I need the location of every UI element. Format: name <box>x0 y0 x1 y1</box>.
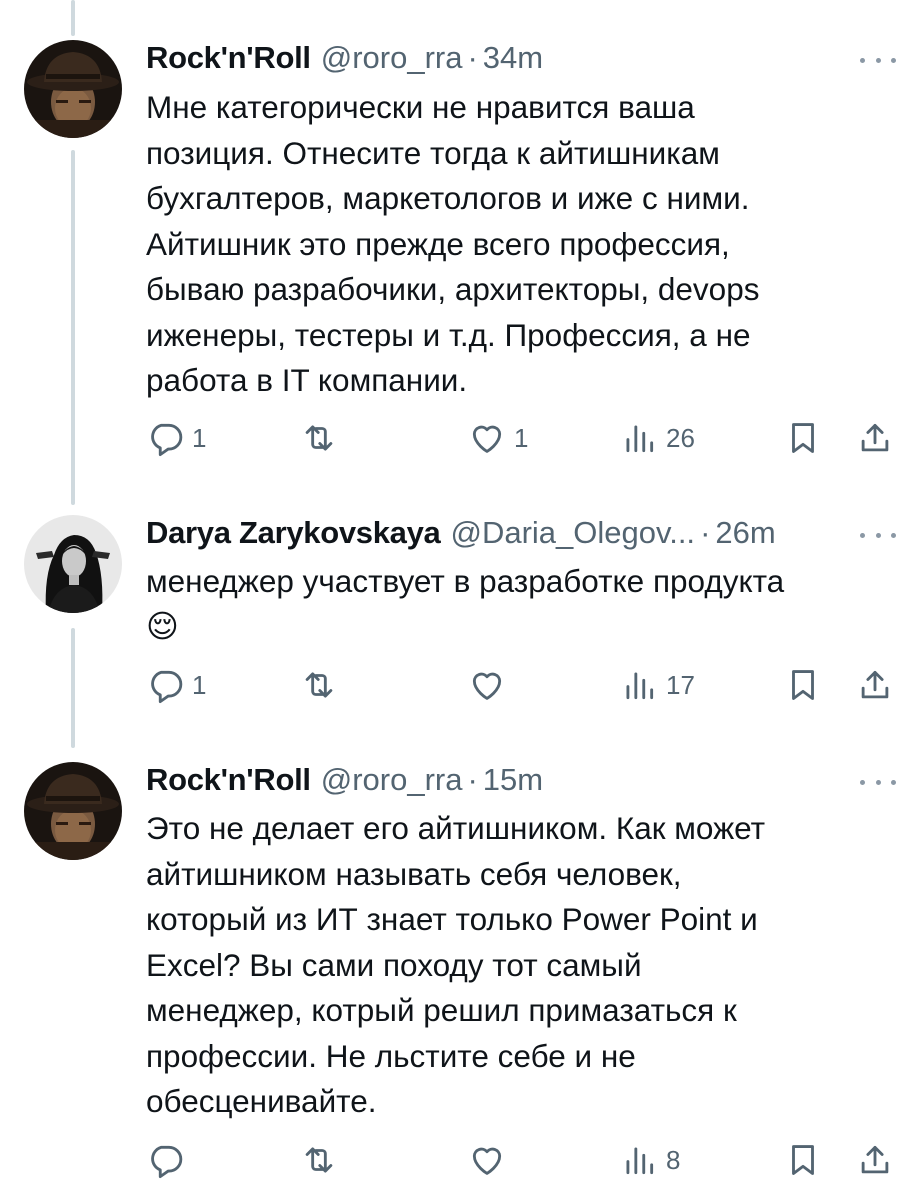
share-button[interactable] <box>856 416 894 460</box>
action-bar: 1 17 <box>146 663 906 707</box>
views-count: 8 <box>666 1144 681 1175</box>
avatar[interactable] <box>24 762 122 860</box>
bookmark-button[interactable] <box>784 1138 822 1182</box>
bookmark-button[interactable] <box>784 416 822 460</box>
like-button[interactable] <box>468 1138 514 1182</box>
bookmark-icon <box>792 670 814 700</box>
like-button[interactable] <box>468 663 514 707</box>
avatar[interactable] <box>24 515 122 613</box>
tweet-header: Darya Zarykovskaya @Daria_Olegov... · 26… <box>146 515 776 555</box>
text-line: позиция. Отнесите тогда к айтишникам <box>146 134 720 171</box>
reply-button[interactable]: 1 <box>146 416 206 460</box>
fedora-man-avatar <box>24 40 122 138</box>
reply-count: 1 <box>192 669 207 700</box>
text-line: обесценивайте. <box>146 1083 377 1119</box>
timestamp[interactable]: 15m <box>483 762 543 798</box>
views-icon <box>626 1147 654 1175</box>
author-handle[interactable]: @roro_rra <box>321 40 463 76</box>
views-count: 17 <box>666 669 695 700</box>
tweet-3[interactable]: Rock'n'Roll @roro_rra · 15m Это не делае… <box>0 762 922 1192</box>
reply-icon <box>151 1145 183 1179</box>
avatar[interactable] <box>24 40 122 138</box>
tweet-1[interactable]: Rock'n'Roll @roro_rra · 34m Мне категори… <box>0 40 922 480</box>
reply-icon <box>151 670 183 704</box>
tweet-header: Rock'n'Roll @roro_rra · 34m <box>146 40 543 80</box>
author-name[interactable]: Darya Zarykovskaya <box>146 515 441 551</box>
reply-count: 1 <box>192 422 207 453</box>
text-line: бываю разрабочики, архитекторы, devops <box>146 271 760 307</box>
tweet-header: Rock'n'Roll @roro_rra · 15m <box>146 762 543 802</box>
like-button[interactable]: 1 <box>468 416 528 460</box>
action-bar: 1 1 26 <box>146 416 906 460</box>
views-button[interactable]: 26 <box>620 416 695 460</box>
text-line: менеджер, котрый решил примазаться к <box>146 992 737 1028</box>
tweet-2[interactable]: Darya Zarykovskaya @Daria_Olegov... · 26… <box>0 515 922 715</box>
bookmark-button[interactable] <box>784 663 822 707</box>
more-icon[interactable] <box>860 527 896 543</box>
thread-line-top <box>71 0 75 36</box>
text-line: Айтишник это прежде всего профессия, <box>146 225 730 262</box>
share-icon <box>861 423 889 452</box>
more-icon[interactable] <box>860 52 896 68</box>
separator-dot: · <box>700 515 711 550</box>
text-line: Мне категорически не нравится ваша <box>146 89 695 125</box>
views-icon <box>626 672 654 700</box>
author-name[interactable]: Rock'n'Roll <box>146 762 311 798</box>
like-icon <box>472 425 502 453</box>
emoji: 😌 <box>146 608 179 645</box>
retweet-icon <box>305 425 333 451</box>
woman-portrait-avatar <box>24 515 122 613</box>
share-icon <box>861 670 889 699</box>
views-button[interactable]: 17 <box>620 663 695 707</box>
tweet-text: Это не делает его айтишником. Как может … <box>146 806 876 1125</box>
text-line: иженеры, тестеры и т.д. Профессия, а не <box>146 316 751 353</box>
views-button[interactable]: 8 <box>620 1138 680 1182</box>
timestamp[interactable]: 34m <box>483 40 543 76</box>
retweet-button[interactable] <box>300 663 346 707</box>
more-icon[interactable] <box>860 774 896 790</box>
text-line: работа в IT компании. <box>146 362 468 398</box>
author-handle[interactable]: @Daria_Olegov... <box>451 515 696 551</box>
separator-dot: · <box>467 40 478 75</box>
like-count: 1 <box>514 422 529 453</box>
like-icon <box>472 672 502 700</box>
retweet-button[interactable] <box>300 416 346 460</box>
retweet-icon <box>305 1147 333 1173</box>
reply-icon <box>151 423 183 457</box>
text-line: Это не делает его айтишником. Как может <box>146 810 766 846</box>
like-icon <box>472 1147 502 1175</box>
author-name[interactable]: Rock'n'Roll <box>146 40 311 76</box>
reply-button[interactable] <box>146 1138 192 1182</box>
retweet-icon <box>305 672 333 698</box>
bookmark-icon <box>792 1145 814 1175</box>
action-bar: 8 <box>146 1138 906 1182</box>
bookmark-icon <box>792 423 814 453</box>
share-button[interactable] <box>856 1138 894 1182</box>
author-handle[interactable]: @roro_rra <box>321 762 463 798</box>
share-icon <box>861 1145 889 1174</box>
retweet-button[interactable] <box>300 1138 346 1182</box>
text-line: менеджер участвует в разработке продукта <box>146 563 785 599</box>
timestamp[interactable]: 26m <box>715 515 775 551</box>
fedora-man-avatar <box>24 762 122 860</box>
reply-button[interactable]: 1 <box>146 663 206 707</box>
views-count: 26 <box>666 422 695 453</box>
text-line: Excel? Вы сами походу тот самый <box>146 946 642 983</box>
views-icon <box>626 425 654 453</box>
tweet-text: менеджер участвует в разработке продукта… <box>146 559 876 650</box>
text-line: профессии. Не льстите себе и не <box>146 1037 636 1074</box>
text-line: бухгалтеров, маркетологов и иже с ними. <box>146 180 750 216</box>
share-button[interactable] <box>856 663 894 707</box>
text-line: айтишником называть себя человек, <box>146 855 682 892</box>
separator-dot: · <box>467 762 478 797</box>
text-line: который из ИТ знает только Power Point и <box>146 901 758 937</box>
tweet-text: Мне категорически не нравится ваша позиц… <box>146 85 876 404</box>
